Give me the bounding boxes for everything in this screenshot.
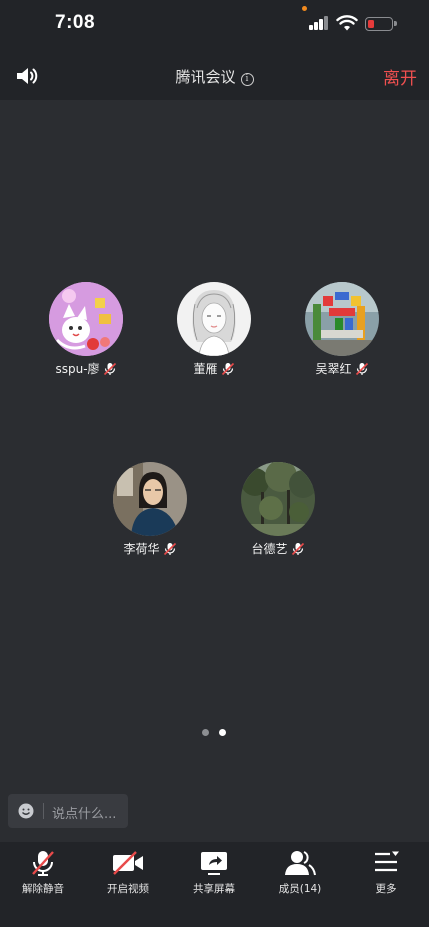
participant-name: 李荷华 [123,542,160,556]
cellular-signal-icon [309,16,329,30]
video-off-icon [113,851,143,875]
more-button[interactable]: 更多 [348,850,424,896]
members-label: 成员(14) [278,883,322,895]
recording-indicator-dot [302,6,307,11]
participant-name: sspu-廖 [55,362,100,376]
avatar [49,282,123,356]
participant-name: 台德艺 [251,542,288,556]
status-time: 7:08 [55,12,96,33]
meeting-toolbar: 解除静音 开启视频 共享屏幕 成员(14) 更多 [0,842,429,927]
members-icon [285,851,316,876]
participant-tile[interactable]: 吴翠红 [287,282,397,377]
mic-muted-icon [163,542,176,555]
members-button[interactable]: 成员(14) [262,850,338,896]
mic-muted-icon [291,542,304,555]
battery-icon [365,17,397,31]
participant-tile[interactable]: 李荷华 [95,462,205,557]
page-dot[interactable] [202,729,209,736]
chat-placeholder: 说点什么... [52,807,117,822]
wifi-icon [336,15,358,31]
meeting-nav-bar: 腾讯会议 i 离开 [0,55,429,97]
unmute-label: 解除静音 [22,883,64,895]
participant-tile[interactable]: 台德艺 [223,462,333,557]
participant-tile[interactable]: sspu-廖 [31,282,141,377]
start-video-button[interactable]: 开启视频 [90,850,166,896]
share-screen-button[interactable]: 共享屏幕 [176,850,252,896]
more-label: 更多 [375,883,397,895]
unmute-button[interactable]: 解除静音 [5,850,81,896]
participant-tile[interactable]: 董雁 [159,282,269,377]
page-indicator [200,729,230,737]
mic-muted-icon [103,362,116,375]
participant-name: 董雁 [193,362,218,376]
leave-button[interactable]: 离开 [383,64,417,89]
chat-divider [43,803,44,819]
avatar [177,282,251,356]
mic-muted-icon [355,362,368,375]
share-screen-icon [201,852,227,875]
start-video-label: 开启视频 [107,883,149,895]
participant-name: 吴翠红 [315,362,352,376]
page-dot-active[interactable] [219,729,226,736]
avatar [241,462,315,536]
emoji-icon[interactable] [18,803,34,819]
chat-input[interactable]: 说点什么... [8,794,128,828]
mic-off-icon [32,851,54,876]
status-bar: 7:08 [0,0,429,50]
info-icon[interactable]: i [240,73,254,86]
share-screen-label: 共享屏幕 [193,883,235,895]
avatar [113,462,187,536]
mic-muted-icon [221,362,234,375]
more-menu-icon [375,851,399,872]
top-bar: 7:08 腾讯会议 i 离开 [0,0,429,100]
meeting-title-text: 腾讯会议 [175,68,236,86]
avatar [305,282,379,356]
meeting-title[interactable]: 腾讯会议 i [0,66,429,87]
